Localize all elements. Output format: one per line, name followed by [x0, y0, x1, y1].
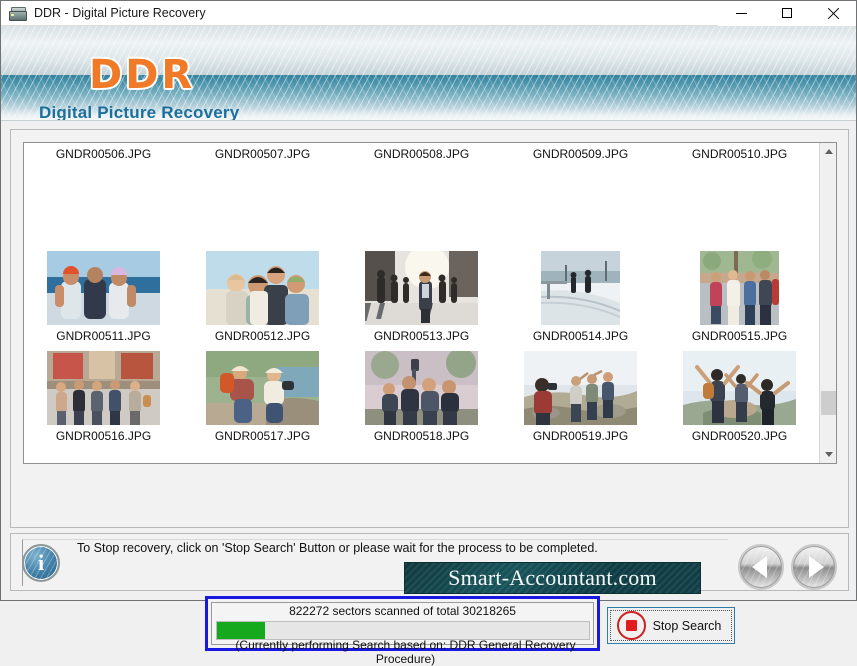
thumbnail-image[interactable]	[365, 351, 478, 425]
file-caption: GNDR00510.JPG	[691, 147, 788, 161]
file-caption: GNDR00507.JPG	[214, 147, 311, 161]
file-caption: GNDR00514.JPG	[532, 329, 629, 343]
list-item[interactable]: GNDR00511.JPG	[24, 243, 183, 343]
file-caption: GNDR00513.JPG	[373, 329, 470, 343]
file-caption: GNDR00519.JPG	[532, 429, 629, 443]
chevron-up-icon	[824, 149, 833, 154]
file-caption: GNDR00506.JPG	[55, 147, 152, 161]
thumbnail-image[interactable]	[541, 251, 620, 325]
file-caption: GNDR00512.JPG	[214, 329, 311, 343]
watermark-text: Smart-Accountant.com	[448, 565, 657, 590]
title-bar: DDR - Digital Picture Recovery	[1, 0, 856, 26]
chevron-down-icon	[824, 452, 833, 457]
list-item[interactable]: GNDR00516.JPG	[24, 343, 183, 443]
thumbnail-image[interactable]	[206, 351, 319, 425]
thumbnail-image[interactable]	[683, 351, 796, 425]
list-item[interactable]: GNDR00509.JPG	[501, 143, 660, 243]
list-item[interactable]: GNDR00510.JPG	[660, 143, 819, 243]
list-item[interactable]: GNDR00517.JPG	[183, 343, 342, 443]
stop-search-button[interactable]: Stop Search	[607, 607, 735, 644]
close-icon	[827, 7, 840, 20]
list-item[interactable]: GNDR00508.JPG	[342, 143, 501, 243]
watermark-banner: Smart-Accountant.com	[404, 562, 701, 594]
file-caption: GNDR00517.JPG	[214, 429, 311, 443]
scroll-up-button[interactable]	[820, 143, 836, 160]
window-title: DDR - Digital Picture Recovery	[34, 6, 206, 20]
minimize-button[interactable]	[718, 0, 764, 26]
thumbnail-image[interactable]	[47, 351, 160, 425]
scrollbar-thumb[interactable]	[821, 390, 836, 415]
info-icon: i	[22, 544, 60, 582]
list-item[interactable]: GNDR00507.JPG	[183, 143, 342, 243]
main-panel: GNDR00506.JPG GNDR00507.JPG GNDR00508.JP…	[10, 129, 849, 666]
file-caption: GNDR00508.JPG	[373, 147, 470, 161]
thumbnail-image[interactable]	[700, 251, 779, 325]
drive-icon	[8, 5, 28, 22]
thumbnail-image[interactable]	[47, 251, 160, 325]
list-item[interactable]: GNDR00506.JPG	[24, 143, 183, 243]
thumbnail-image[interactable]	[524, 351, 637, 425]
close-button[interactable]	[810, 0, 856, 26]
list-item[interactable]: GNDR00514.JPG	[501, 243, 660, 343]
list-item[interactable]: GNDR00513.JPG	[342, 243, 501, 343]
thumbnail-grid: GNDR00506.JPG GNDR00507.JPG GNDR00508.JP…	[24, 143, 819, 463]
vertical-scrollbar[interactable]	[819, 143, 836, 463]
thumbnail-image[interactable]	[365, 251, 478, 325]
minimize-icon	[735, 12, 747, 14]
status-message: To Stop recovery, click on 'Stop Search'…	[77, 541, 598, 555]
stop-square-icon	[617, 611, 646, 640]
progress-label: 822272 sectors scanned of total 30218265	[289, 604, 516, 618]
progress-fill	[217, 622, 266, 639]
progress-group: 822272 sectors scanned of total 30218265…	[205, 596, 600, 666]
maximize-icon	[782, 8, 792, 18]
list-item[interactable]: GNDR00518.JPG	[342, 343, 501, 443]
file-list-area: GNDR00506.JPG GNDR00507.JPG GNDR00508.JP…	[23, 142, 837, 464]
list-item[interactable]: GNDR00512.JPG	[183, 243, 342, 343]
file-caption: GNDR00520.JPG	[691, 429, 788, 443]
scroll-down-button[interactable]	[820, 446, 836, 463]
thumbnail-image[interactable]	[206, 251, 319, 325]
progress-note: (Currently performing Search based on: D…	[235, 638, 576, 666]
file-caption: GNDR00511.JPG	[56, 329, 151, 343]
stop-search-label: Stop Search	[652, 618, 722, 633]
triangle-left-icon	[752, 556, 767, 578]
app-window: DDR - Digital Picture Recovery DDR Digit…	[0, 0, 857, 666]
file-caption: GNDR00515.JPG	[691, 329, 788, 343]
triangle-right-icon	[808, 556, 824, 578]
maximize-button[interactable]	[764, 0, 810, 26]
app-banner: DDR Digital Picture Recovery	[1, 26, 856, 121]
banner-subtitle: Digital Picture Recovery	[39, 103, 240, 121]
list-item[interactable]: GNDR00519.JPG	[501, 343, 660, 443]
file-caption: GNDR00509.JPG	[532, 147, 629, 161]
previous-button[interactable]	[738, 544, 784, 590]
list-item[interactable]: GNDR00520.JPG	[660, 343, 819, 443]
window-controls	[718, 0, 856, 26]
file-caption: GNDR00516.JPG	[55, 429, 152, 443]
next-button[interactable]	[791, 544, 837, 590]
list-item[interactable]: GNDR00515.JPG	[660, 243, 819, 343]
ddr-logo: DDR	[89, 52, 196, 98]
file-caption: GNDR00518.JPG	[373, 429, 470, 443]
